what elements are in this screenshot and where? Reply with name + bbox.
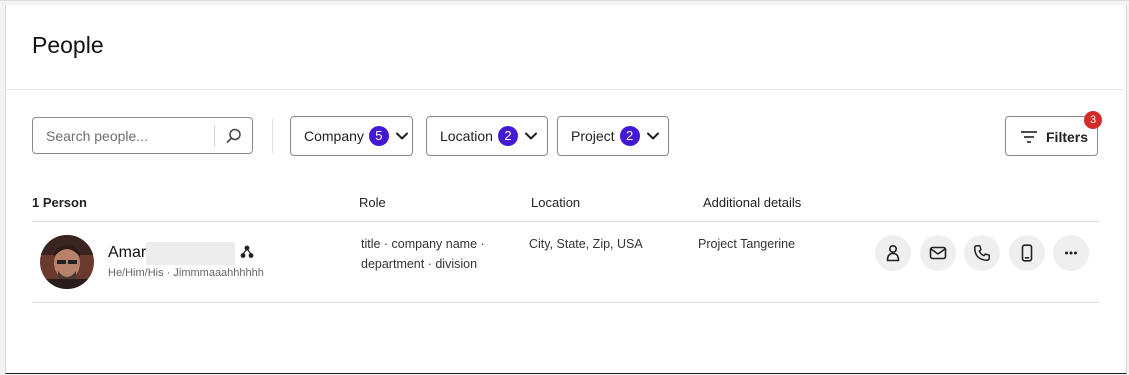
location-cell: City, State, Zip, USA xyxy=(529,237,643,251)
filter-icon xyxy=(1021,131,1037,143)
details-column-header: Additional details xyxy=(703,195,802,210)
role-line-1: title · company name · xyxy=(361,237,485,251)
company-filter-label: Company xyxy=(304,128,364,144)
role-column-header: Role xyxy=(359,195,386,210)
mobile-button[interactable] xyxy=(1009,235,1045,271)
person-pronouns-alias: He/Him/His · Jimmmaaahhhhhh xyxy=(108,267,264,279)
chevron-down-icon xyxy=(524,132,537,140)
company-filter[interactable]: Company 5 xyxy=(290,116,413,156)
window-top-border xyxy=(0,0,1129,1)
email-button[interactable] xyxy=(920,235,956,271)
company-filter-count: 5 xyxy=(368,126,389,146)
header-divider xyxy=(6,89,1124,90)
chevron-down-icon xyxy=(395,132,408,140)
people-panel xyxy=(5,5,1127,374)
more-icon xyxy=(1065,251,1077,255)
location-filter-label: Location xyxy=(440,128,493,144)
org-chart-icon[interactable] xyxy=(239,244,255,260)
phone-icon xyxy=(974,245,990,261)
location-filter[interactable]: Location 2 xyxy=(426,116,548,156)
location-filter-count: 2 xyxy=(497,126,518,146)
location-column-header: Location xyxy=(531,195,581,210)
filters-button-label: Filters xyxy=(1046,129,1089,145)
avatar[interactable] xyxy=(40,235,94,289)
project-filter[interactable]: Project 2 xyxy=(557,116,669,156)
search-icon[interactable] xyxy=(225,127,243,145)
profile-button[interactable] xyxy=(875,235,911,271)
search-placeholder: Search people... xyxy=(46,128,148,144)
table-header-divider xyxy=(32,221,1099,222)
page-title: People xyxy=(32,32,104,58)
search-input[interactable]: Search people... xyxy=(32,117,253,154)
search-divider xyxy=(214,125,215,147)
profile-icon xyxy=(886,244,900,262)
more-options-button[interactable] xyxy=(1053,235,1089,271)
toolbar-divider xyxy=(272,119,273,153)
redacted-surname xyxy=(146,242,235,265)
person-name[interactable]: Amar xyxy=(108,244,146,262)
row-divider xyxy=(32,302,1099,303)
details-cell: Project Tangerine xyxy=(698,237,796,251)
project-filter-label: Project xyxy=(571,128,615,144)
role-line-2: department · division xyxy=(361,257,478,271)
people-count-header: 1 Person xyxy=(32,195,87,210)
active-filter-count-badge: 3 xyxy=(1084,111,1102,129)
mail-icon xyxy=(929,246,947,260)
project-filter-count: 2 xyxy=(619,126,640,146)
mobile-icon xyxy=(1021,244,1033,262)
avatar-photo xyxy=(40,235,94,289)
call-button[interactable] xyxy=(964,235,1000,271)
chevron-down-icon xyxy=(646,132,659,140)
